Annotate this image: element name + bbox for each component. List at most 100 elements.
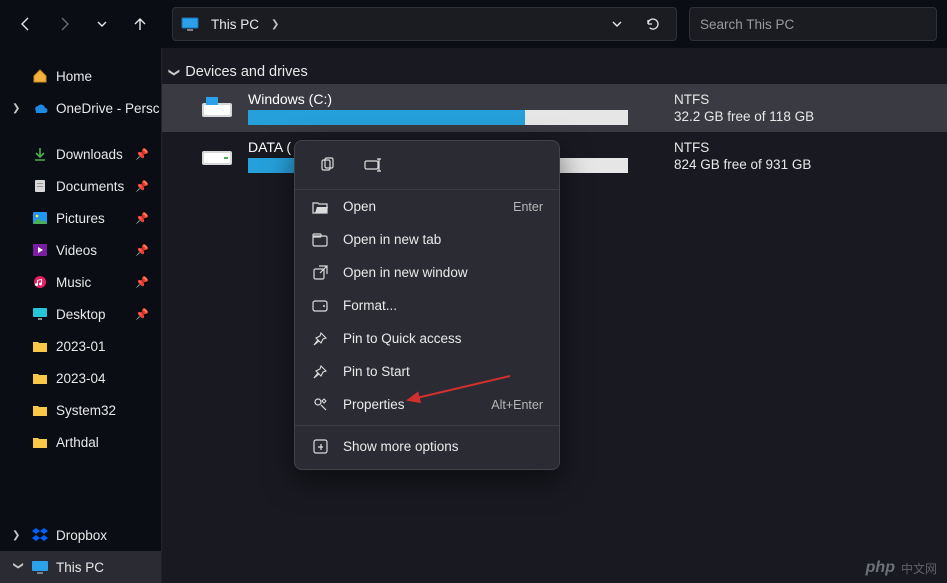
usage-bar-fill [248, 158, 294, 173]
context-menu-shortcut: Alt+Enter [491, 398, 543, 412]
context-menu-properties[interactable]: Properties Alt+Enter [295, 388, 559, 421]
chevron-right-icon[interactable]: ❯ [12, 530, 24, 541]
refresh-icon [645, 16, 661, 32]
sidebar-item-desktop[interactable]: Desktop 📌 [0, 298, 161, 330]
context-menu-pin-start[interactable]: Pin to Start [295, 355, 559, 388]
drive-free-space: 824 GB free of 931 GB [674, 157, 811, 172]
sidebar-label: Documents [56, 179, 124, 194]
context-menu-quickactions [295, 141, 559, 190]
context-menu-label: Show more options [343, 439, 459, 454]
context-menu-separator [295, 425, 559, 426]
sidebar-label: 2023-04 [56, 371, 106, 386]
thispc-icon [32, 559, 48, 575]
chevron-down-icon [611, 18, 623, 30]
sidebar-item-folder[interactable]: System32 [0, 394, 161, 426]
sidebar-item-onedrive[interactable]: ❯ OneDrive - Persc [0, 92, 161, 124]
sidebar-item-folder[interactable]: 2023-04 [0, 362, 161, 394]
toolbar: This PC ❯ Search This PC [0, 0, 947, 48]
dropbox-icon [32, 527, 48, 543]
navigation-pane: ❯ Home ❯ OneDrive - Persc Downloads 📌 [0, 48, 162, 583]
sidebar-label: This PC [56, 560, 104, 575]
watermark-suffix: 中文网 [901, 560, 937, 577]
back-button[interactable] [10, 8, 42, 40]
pin-icon [311, 365, 329, 379]
thispc-icon [181, 17, 199, 31]
address-bar[interactable]: This PC ❯ [172, 7, 677, 41]
drive-icon [202, 97, 232, 119]
context-menu-format[interactable]: Format... [295, 289, 559, 322]
pin-icon [311, 332, 329, 346]
pin-icon: 📌 [135, 308, 149, 321]
up-button[interactable] [124, 8, 156, 40]
search-input[interactable]: Search This PC [689, 7, 937, 41]
context-menu-open[interactable]: Open Enter [295, 190, 559, 223]
sidebar-label: Pictures [56, 211, 105, 226]
context-menu-show-more[interactable]: Show more options [295, 430, 559, 463]
forward-button[interactable] [48, 8, 80, 40]
refresh-button[interactable] [638, 9, 668, 39]
rename-icon [364, 157, 382, 173]
context-menu-label: Format... [343, 298, 397, 313]
sidebar-label: Videos [56, 243, 97, 258]
address-dropdown-button[interactable] [602, 9, 632, 39]
sidebar-item-pictures[interactable]: Pictures 📌 [0, 202, 161, 234]
sidebar-item-downloads[interactable]: Downloads 📌 [0, 138, 161, 170]
chevron-down-icon[interactable]: ❯ [13, 561, 24, 573]
drive-item-windows-c[interactable]: Windows (C:) NTFS 32.2 GB free of 118 GB [162, 84, 947, 132]
drive-filesystem: NTFS [674, 140, 811, 155]
open-icon [311, 200, 329, 214]
context-menu-open-new-tab[interactable]: Open in new tab [295, 223, 559, 256]
section-title: Devices and drives [185, 64, 308, 80]
sidebar-label: Downloads [56, 147, 123, 162]
context-menu-label: Open in new window [343, 265, 468, 280]
sidebar-item-folder[interactable]: Arthdal [0, 426, 161, 458]
drive-name: Windows (C:) [248, 91, 628, 107]
sidebar-label: System32 [56, 403, 116, 418]
chevron-down-icon[interactable]: ❯ [168, 67, 181, 76]
arrow-left-icon [18, 16, 34, 32]
recent-locations-button[interactable] [86, 8, 118, 40]
folder-icon [32, 434, 48, 450]
sidebar-item-documents[interactable]: Documents 📌 [0, 170, 161, 202]
drive-free-space: 32.2 GB free of 118 GB [674, 109, 814, 124]
sidebar-item-thispc[interactable]: ❯ This PC [0, 551, 161, 583]
breadcrumb-chevron-icon[interactable]: ❯ [271, 19, 279, 30]
sidebar-item-dropbox[interactable]: ❯ Dropbox [0, 519, 161, 551]
context-menu-label: Open in new tab [343, 232, 441, 247]
pin-icon: 📌 [135, 276, 149, 289]
section-header-devices[interactable]: ❯ Devices and drives [162, 64, 947, 80]
sidebar-item-music[interactable]: Music 📌 [0, 266, 161, 298]
watermark: php 中文网 [866, 559, 937, 577]
sidebar-label: Home [56, 69, 92, 84]
sidebar-item-home[interactable]: ❯ Home [0, 60, 161, 92]
context-menu-open-new-window[interactable]: Open in new window [295, 256, 559, 289]
newwindow-icon [311, 265, 329, 280]
videos-icon [32, 242, 48, 258]
pin-icon: 📌 [135, 148, 149, 161]
context-menu-pin-quick-access[interactable]: Pin to Quick access [295, 322, 559, 355]
context-menu-label: Pin to Start [343, 364, 410, 379]
copy-button[interactable] [313, 151, 341, 179]
folder-icon [32, 402, 48, 418]
sidebar-item-videos[interactable]: Videos 📌 [0, 234, 161, 266]
breadcrumb-root[interactable]: This PC [207, 15, 263, 34]
sidebar-label: Arthdal [56, 435, 99, 450]
sidebar-item-folder[interactable]: 2023-01 [0, 330, 161, 362]
rename-button[interactable] [359, 151, 387, 179]
context-menu: Open Enter Open in new tab Open in new w… [294, 140, 560, 470]
context-menu-label: Pin to Quick access [343, 331, 462, 346]
watermark-brand: php [866, 559, 895, 577]
chevron-right-icon[interactable]: ❯ [12, 103, 24, 114]
desktop-icon [32, 306, 48, 322]
documents-icon [32, 178, 48, 194]
drive-icon [202, 145, 232, 167]
context-menu-label: Open [343, 199, 376, 214]
drive-filesystem: NTFS [674, 92, 814, 107]
chevron-down-icon [96, 18, 108, 30]
home-icon [32, 68, 48, 84]
folder-icon [32, 370, 48, 386]
pin-icon: 📌 [135, 212, 149, 225]
onedrive-icon [32, 100, 48, 116]
music-icon [32, 274, 48, 290]
newtab-icon [311, 233, 329, 247]
